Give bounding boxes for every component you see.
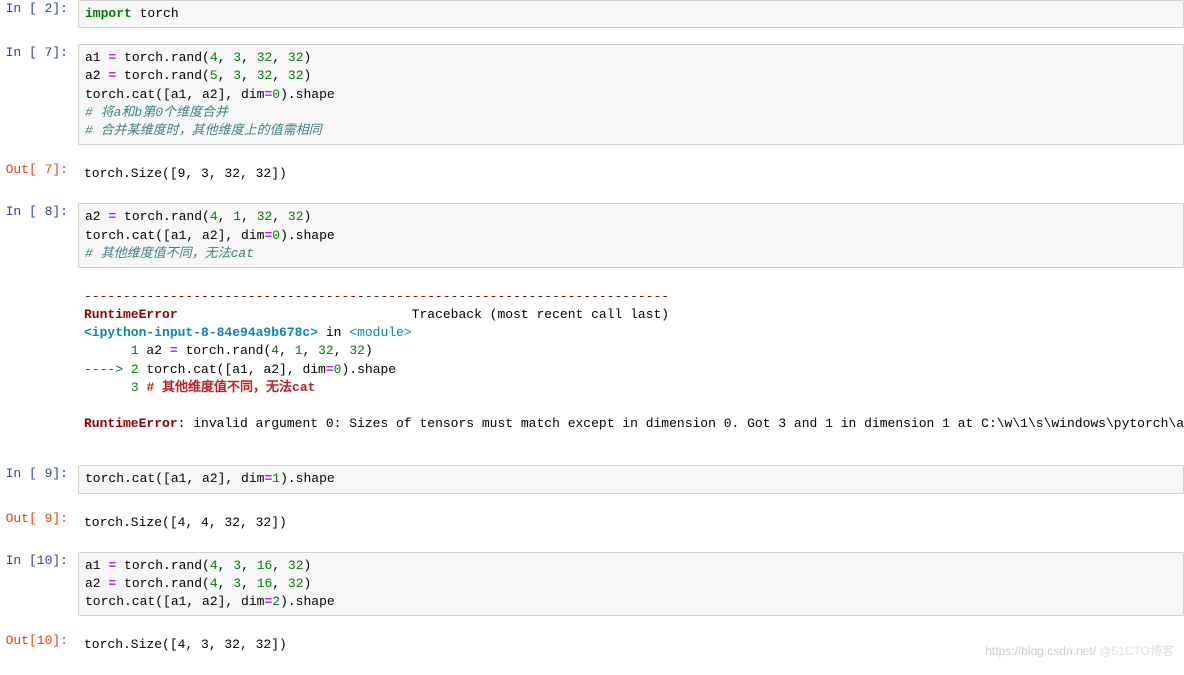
out-prompt: Out[10]: — [0, 632, 78, 658]
code-line: a2 = torch.rand(5, 3, 32, 32) — [85, 67, 1177, 85]
code-line: a2 = torch.rand(4, 3, 16, 32) — [85, 575, 1177, 593]
input-cell: In [ 7]:a1 = torch.rand(4, 3, 32, 32)a2 … — [0, 44, 1184, 145]
code-input[interactable]: a2 = torch.rand(4, 1, 32, 32)torch.cat([… — [78, 203, 1184, 268]
watermark-cto: @51CTO博客 — [1099, 644, 1174, 658]
code-line: torch.cat([a1, a2], dim=0).shape — [85, 86, 1177, 104]
code-input[interactable]: a1 = torch.rand(4, 3, 32, 32)a2 = torch.… — [78, 44, 1184, 145]
code-line: torch.cat([a1, a2], dim=2).shape — [85, 593, 1177, 611]
output-cell: Out[ 7]:torch.Size([9, 3, 32, 32]) — [0, 161, 1184, 187]
code-input[interactable]: a1 = torch.rand(4, 3, 16, 32)a2 = torch.… — [78, 552, 1184, 617]
code-line: a1 = torch.rand(4, 3, 32, 32) — [85, 49, 1177, 67]
code-line: torch.cat([a1, a2], dim=0).shape — [85, 227, 1177, 245]
watermark: https://blog.csdn.net/ @51CTO博客 — [985, 643, 1174, 660]
code-line: # 其他维度值不同，无法cat — [85, 245, 1177, 263]
error-output: ----------------------------------------… — [0, 284, 1184, 438]
watermark-csdn: https://blog.csdn.net/ — [985, 644, 1096, 658]
input-cell: In [ 9]: torch.cat([a1, a2], dim=1).shape — [0, 465, 1184, 493]
code-input[interactable]: torch.cat([a1, a2], dim=1).shape — [78, 465, 1184, 493]
code-line: # 将a和b第0个维度合并 — [85, 104, 1177, 122]
out-prompt: Out[ 9]: — [0, 510, 78, 536]
in-prompt: In [ 2]: — [0, 0, 78, 28]
input-cell: In [ 2]: import torch — [0, 0, 1184, 28]
code-input[interactable]: import torch — [78, 0, 1184, 28]
code-line: a2 = torch.rand(4, 1, 32, 32) — [85, 208, 1177, 226]
code-line: a1 = torch.rand(4, 3, 16, 32) — [85, 557, 1177, 575]
code-line: import torch — [85, 5, 1177, 23]
in-prompt: In [ 9]: — [0, 465, 78, 493]
traceback: ----------------------------------------… — [78, 284, 1184, 438]
execute-result: torch.Size([9, 3, 32, 32]) — [78, 161, 1184, 187]
output-cell: Out[ 9]:torch.Size([4, 4, 32, 32]) — [0, 510, 1184, 536]
in-prompt: In [10]: — [0, 552, 78, 617]
code-line: # 合并某维度时，其他维度上的值需相同 — [85, 122, 1177, 140]
in-prompt: In [ 7]: — [0, 44, 78, 145]
in-prompt: In [ 8]: — [0, 203, 78, 268]
input-cell: In [ 8]:a2 = torch.rand(4, 1, 32, 32)tor… — [0, 203, 1184, 268]
execute-result: torch.Size([4, 4, 32, 32]) — [78, 510, 1184, 536]
out-prompt: Out[ 7]: — [0, 161, 78, 187]
code-line: torch.cat([a1, a2], dim=1).shape — [85, 470, 1177, 488]
input-cell: In [10]:a1 = torch.rand(4, 3, 16, 32)a2 … — [0, 552, 1184, 617]
